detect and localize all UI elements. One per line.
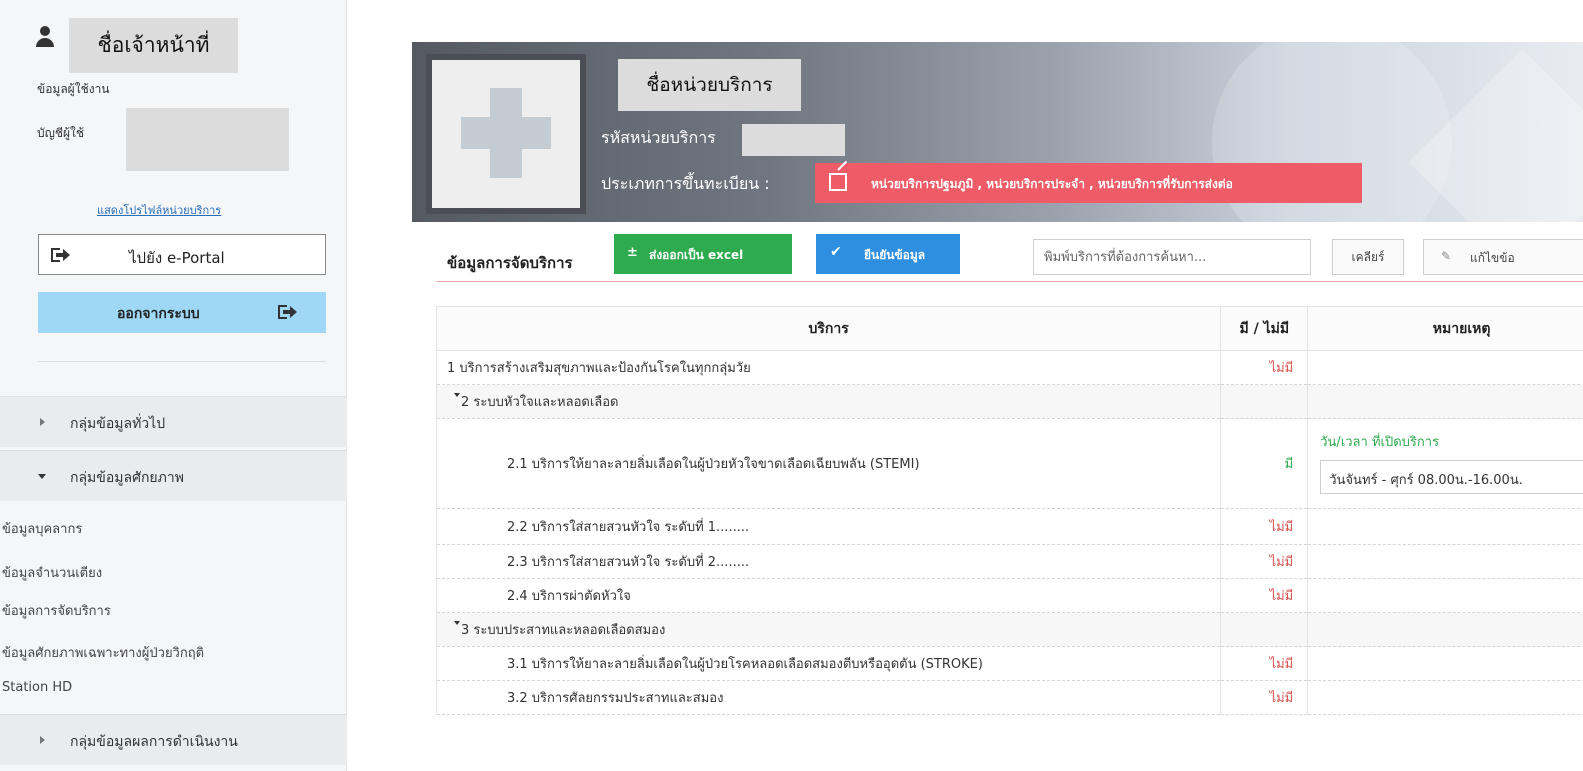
page-title: ข้อมูลการจัดบริการ	[447, 254, 573, 272]
eportal-button[interactable]: ไปยัง e-Portal	[38, 234, 326, 275]
profile-link[interactable]: แสดงโปรไฟล์หน่วยบริการ	[97, 201, 221, 219]
export-excel-button[interactable]: ± ส่งออกเป็น excel	[614, 234, 792, 274]
header-service: บริการ	[435, 306, 1222, 351]
edit-button[interactable]: ✎ แก้ไขข้อ	[1423, 239, 1583, 275]
row-status[interactable]: ไม่มี	[1220, 544, 1309, 579]
unit-code-label: รหัสหน่วยบริการ	[601, 128, 716, 147]
table-row[interactable]: 2.3 บริการใส่สายสวนหัวใจ ระดับที่ 2.....…	[435, 544, 1583, 579]
unit-name: ชื่อหน่วยบริการ	[618, 59, 801, 111]
caret-down-icon	[454, 621, 460, 625]
row-note	[1307, 350, 1583, 385]
row-note	[1307, 680, 1583, 715]
row-note	[1307, 544, 1583, 579]
row-status[interactable]: ไม่มี	[1220, 508, 1309, 545]
row-group-label: 3 ระบบประสาทและหลอดเลือดสมอง	[435, 612, 1222, 647]
registration-types: หน่วยบริการปฐมภูมิ , หน่วยบริการประจำ , …	[871, 177, 1233, 191]
services-table: บริการ มี / ไม่มี หมายเหตุ 1 บริการสร้าง…	[435, 306, 1583, 715]
eportal-button-label: ไปยัง e-Portal	[129, 249, 225, 267]
row-label: 2.3 บริการใส่สายสวนหัวใจ ระดับที่ 2.....…	[435, 544, 1222, 579]
confirm-button[interactable]: ✔ ยืนยันข้อมูล	[816, 234, 960, 274]
row-group-label: 2 ระบบหัวใจและหลอดเลือด	[435, 384, 1222, 419]
sidebar-divider	[38, 361, 326, 362]
group-performance[interactable]: กลุ่มข้อมูลผลการดำเนินงาน	[0, 714, 347, 765]
row-status	[1220, 384, 1309, 419]
caret-right-icon	[40, 418, 45, 426]
sidebar-item-critical-care[interactable]: ข้อมูลศักยภาพเฉพาะทางผู้ป่วยวิกฤติ	[2, 642, 204, 663]
header-note: หมายเหตุ	[1307, 306, 1583, 351]
caret-down-icon	[454, 393, 460, 397]
table-row[interactable]: 2.2 บริการใส่สายสวนหัวใจ ระดับที่ 1.....…	[435, 508, 1583, 545]
row-label: 3.1 บริการให้ยาละลายลิ่มเลือดในผู้ป่วยโร…	[435, 646, 1222, 681]
search-input[interactable]	[1033, 239, 1311, 275]
check-icon: ✔	[830, 244, 842, 260]
registration-label: ประเภทการขึ้นทะเบียน :	[601, 174, 770, 193]
row-label: 2.4 บริการผ่าตัดหัวใจ	[435, 578, 1222, 613]
row-status[interactable]: ไม่มี	[1220, 680, 1309, 715]
row-status	[1220, 612, 1309, 647]
export-excel-label: ส่งออกเป็น excel	[649, 248, 744, 262]
sidebar: ชื่อเจ้าหน้าที่ ข้อมูลผู้ใช้งาน บัญชีผู้…	[0, 0, 347, 771]
download-icon: ±	[627, 245, 638, 260]
sidebar-item-beds[interactable]: ข้อมูลจำนวนเตียง	[2, 562, 102, 583]
table-row[interactable]: 3 ระบบประสาทและหลอดเลือดสมอง	[435, 612, 1583, 647]
group-general-label: กลุ่มข้อมูลทั่วไป	[70, 416, 166, 432]
table-row[interactable]: 2.1 บริการให้ยาละลายลิ่มเลือดในผู้ป่วยหั…	[435, 418, 1583, 509]
unit-logo	[426, 54, 586, 214]
group-capability[interactable]: กลุ่มข้อมูลศักยภาพ	[0, 450, 347, 501]
sidebar-item-station-hd[interactable]: Station HD	[2, 680, 72, 695]
row-status[interactable]: ไม่มี	[1220, 350, 1309, 385]
row-note	[1307, 578, 1583, 613]
row-note	[1307, 612, 1583, 647]
open-hours-field[interactable]: วันจันทร์ - ศุกร์ 08.00น.-16.00น.	[1320, 460, 1583, 494]
header-status: มี / ไม่มี	[1220, 306, 1309, 351]
account-label: บัญชีผู้ใช้	[37, 126, 85, 140]
logout-button-label: ออกจากระบบ	[117, 306, 200, 322]
sign-out-icon	[278, 305, 297, 319]
logout-button[interactable]: ออกจากระบบ	[38, 292, 326, 333]
confirm-button-label: ยืนยันข้อมูล	[864, 248, 926, 262]
caret-down-icon	[38, 474, 46, 479]
group-general[interactable]: กลุ่มข้อมูลทั่วไป	[0, 396, 347, 447]
table-row[interactable]: 1 บริการสร้างเสริมสุขภาพและป้องกันโรคในท…	[435, 350, 1583, 385]
wrench-icon: ✎	[1441, 249, 1452, 263]
row-status[interactable]: ไม่มี	[1220, 646, 1309, 681]
unit-code-redacted	[742, 124, 845, 156]
row-note: วัน/เวลา ที่เปิดบริการ วันจันทร์ - ศุกร์…	[1307, 418, 1583, 509]
open-hours-label: วัน/เวลา ที่เปิดบริการ	[1320, 435, 1440, 450]
user-icon	[36, 26, 54, 48]
table-row[interactable]: 3.1 บริการให้ยาละลายลิ่มเลือดในผู้ป่วยโร…	[435, 646, 1583, 681]
account-value-redacted	[126, 108, 289, 171]
row-note	[1307, 384, 1583, 419]
sidebar-item-services[interactable]: ข้อมูลการจัดบริการ	[2, 600, 111, 621]
officer-name: ชื่อเจ้าหน้าที่	[69, 18, 238, 73]
row-note	[1307, 508, 1583, 545]
registration-badge[interactable]: หน่วยบริการปฐมภูมิ , หน่วยบริการประจำ , …	[815, 160, 1362, 203]
sidebar-item-personnel[interactable]: ข้อมูลบุคลากร	[2, 518, 82, 539]
sign-in-icon	[51, 248, 70, 262]
table-row[interactable]: 2.4 บริการผ่าตัดหัวใจ ไม่มี	[435, 578, 1583, 613]
edit-button-label: แก้ไขข้อ	[1470, 251, 1515, 265]
group-capability-label: กลุ่มข้อมูลศักยภาพ	[70, 470, 184, 486]
table-row[interactable]: 2 ระบบหัวใจและหลอดเลือด	[435, 384, 1583, 419]
unit-banner: ชื่อหน่วยบริการ รหัสหน่วยบริการ ประเภทกา…	[412, 42, 1583, 222]
toolbar: ข้อมูลการจัดบริการ ± ส่งออกเป็น excel ✔ …	[436, 230, 1583, 282]
group-performance-label: กลุ่มข้อมูลผลการดำเนินงาน	[70, 734, 238, 750]
clear-button[interactable]: เคลียร์	[1332, 239, 1404, 275]
row-label: 2.1 บริการให้ยาละลายลิ่มเลือดในผู้ป่วยหั…	[435, 418, 1222, 509]
row-label: 3.2 บริการศัลยกรรมประสาทและสมอง	[435, 680, 1222, 715]
external-link-icon	[829, 160, 848, 191]
user-info-label: ข้อมูลผู้ใช้งาน	[37, 82, 110, 96]
row-label: 1 บริการสร้างเสริมสุขภาพและป้องกันโรคในท…	[435, 350, 1222, 385]
row-status[interactable]: ไม่มี	[1220, 578, 1309, 613]
caret-right-icon	[40, 736, 45, 744]
row-note	[1307, 646, 1583, 681]
table-row[interactable]: 3.2 บริการศัลยกรรมประสาทและสมอง ไม่มี	[435, 680, 1583, 715]
row-status[interactable]: มี	[1220, 418, 1309, 509]
row-label: 2.2 บริการใส่สายสวนหัวใจ ระดับที่ 1.....…	[435, 508, 1222, 545]
